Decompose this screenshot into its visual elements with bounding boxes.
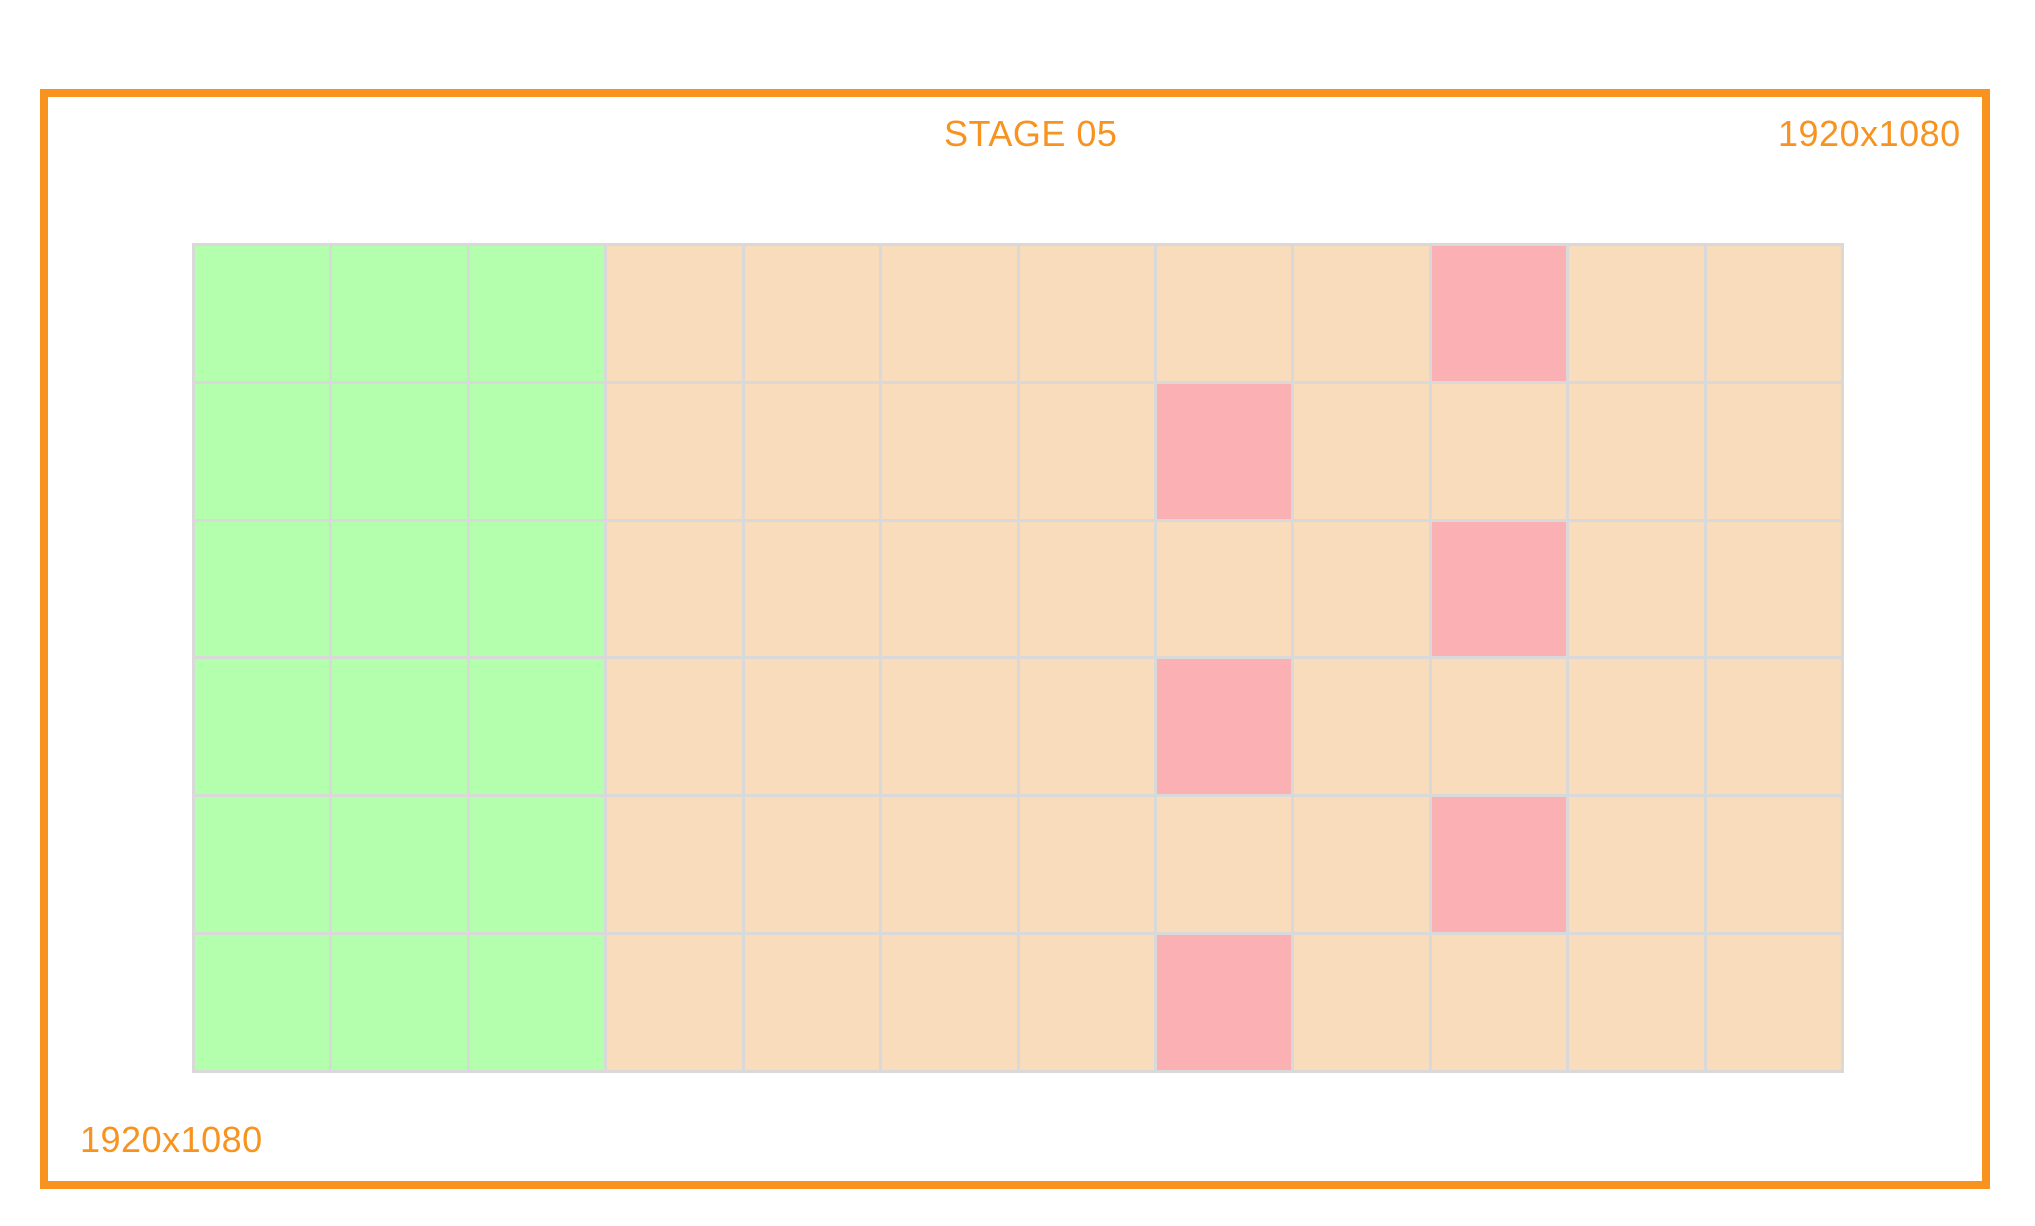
grid-cell-peach: [1569, 246, 1704, 381]
grid-cell-green: [469, 246, 605, 381]
grid-cell-green: [332, 659, 467, 795]
grid-cell-peach: [1706, 935, 1841, 1070]
grid-cell-peach: [882, 383, 1017, 519]
grid-cell-peach: [744, 383, 880, 519]
tile-grid: [192, 243, 1844, 1073]
grid-cell-peach: [607, 797, 742, 933]
grid-cell-peach: [607, 659, 742, 795]
grid-cell-peach: [1019, 797, 1154, 933]
grid-cell-peach: [1706, 797, 1841, 933]
grid-cell-peach: [1569, 659, 1704, 795]
grid-cell-green: [469, 935, 605, 1070]
grid-cell-peach: [1706, 246, 1841, 381]
grid-cell-peach: [607, 383, 742, 519]
grid-cell-pink: [1156, 383, 1292, 519]
grid-cell-peach: [882, 246, 1017, 381]
grid-cell-peach: [882, 521, 1017, 657]
grid-cell-peach: [1294, 521, 1429, 657]
grid-cell-green: [332, 246, 467, 381]
grid-cell-peach: [882, 659, 1017, 795]
grid-cell-peach: [1431, 659, 1567, 795]
grid-cell-peach: [1706, 383, 1841, 519]
grid-cell-peach: [1294, 797, 1429, 933]
grid-cell-peach: [744, 797, 880, 933]
grid-cell-peach: [1569, 935, 1704, 1070]
grid-cell-green: [195, 246, 330, 381]
grid-cell-green: [469, 659, 605, 795]
grid-cell-pink: [1431, 797, 1567, 933]
grid-cell-green: [332, 935, 467, 1070]
grid-cell-peach: [1019, 246, 1154, 381]
grid-cell-peach: [1294, 935, 1429, 1070]
grid-cell-peach: [1294, 383, 1429, 519]
resolution-label-top: 1920x1080: [1778, 113, 1961, 154]
grid-cell-peach: [1156, 521, 1292, 657]
grid-cell-pink: [1156, 935, 1292, 1070]
grid-cell-green: [195, 797, 330, 933]
grid-cell-green: [469, 521, 605, 657]
grid-cell-peach: [1156, 797, 1292, 933]
grid-cell-peach: [1706, 659, 1841, 795]
grid-cell-green: [332, 521, 467, 657]
grid-cell-green: [195, 935, 330, 1070]
grid-cell-peach: [1431, 383, 1567, 519]
grid-cell-green: [469, 797, 605, 933]
resolution-label-bottom: 1920x1080: [80, 1119, 263, 1160]
grid-cell-peach: [1706, 521, 1841, 657]
grid-cell-peach: [882, 797, 1017, 933]
grid-cell-peach: [1569, 797, 1704, 933]
grid-cell-green: [332, 383, 467, 519]
grid-cell-peach: [744, 935, 880, 1070]
grid-cell-peach: [1156, 246, 1292, 381]
grid-cell-peach: [882, 935, 1017, 1070]
grid-cell-pink: [1431, 521, 1567, 657]
grid-cell-peach: [1019, 383, 1154, 519]
grid-cell-green: [469, 383, 605, 519]
stage-title: STAGE 05: [944, 113, 1118, 154]
grid-cell-peach: [1019, 935, 1154, 1070]
grid-cell-peach: [1569, 521, 1704, 657]
grid-cell-peach: [1019, 659, 1154, 795]
grid-cell-peach: [744, 521, 880, 657]
grid-cell-peach: [607, 246, 742, 381]
grid-cell-pink: [1431, 246, 1567, 381]
grid-cell-pink: [1156, 659, 1292, 795]
grid-cell-green: [195, 521, 330, 657]
grid-cell-green: [332, 797, 467, 933]
grid-cell-peach: [1569, 383, 1704, 519]
grid-cell-green: [195, 659, 330, 795]
grid-cell-peach: [1294, 659, 1429, 795]
grid-cell-peach: [744, 246, 880, 381]
grid-cell-peach: [607, 521, 742, 657]
grid-cell-peach: [1294, 246, 1429, 381]
grid-cell-green: [195, 383, 330, 519]
grid-cell-peach: [607, 935, 742, 1070]
grid-cell-peach: [1019, 521, 1154, 657]
grid-cell-peach: [1431, 935, 1567, 1070]
grid-cell-peach: [744, 659, 880, 795]
